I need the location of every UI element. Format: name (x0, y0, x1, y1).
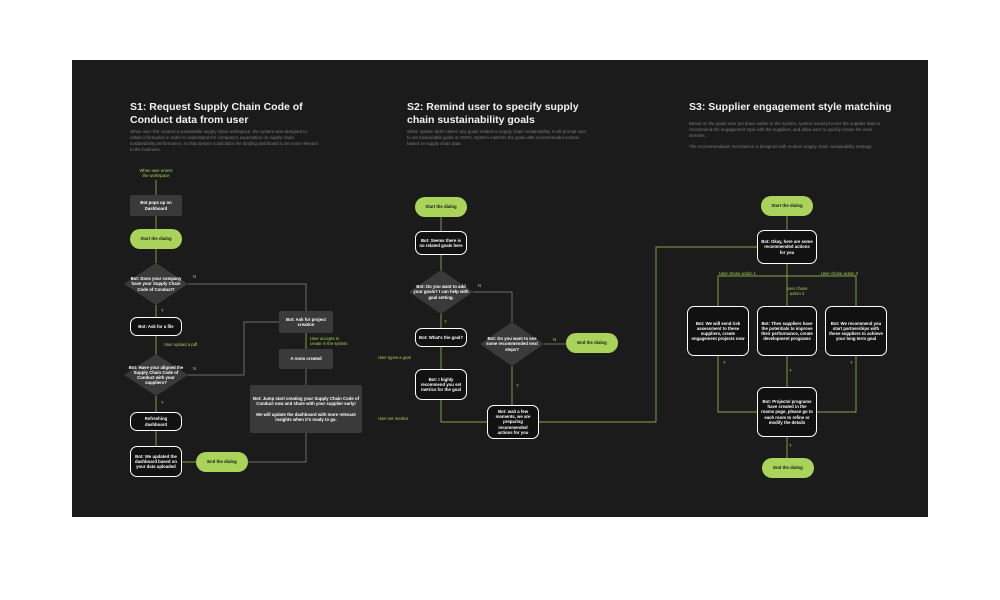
s1-end-dialog-node[interactable]: End the dialog (196, 452, 248, 472)
s1-room-created-node[interactable]: A room created (279, 349, 333, 369)
s1-edge-jumpstart-end (248, 433, 307, 463)
s3-action2-node[interactable]: Bot: Thes suppliers have the potentials … (757, 306, 817, 356)
s3-title: S3: Supplier engagement style matching (689, 101, 892, 113)
s1-bot-popup-node[interactable]: Bot pops up on Dashboard (130, 195, 182, 216)
s3-action3-node[interactable]: Bot: We recommend you start partnerships… (825, 306, 887, 356)
s2-label-y1: Y (444, 319, 447, 324)
s1-label-y1: Y (161, 308, 164, 313)
s2-label-y2: Y (516, 383, 519, 388)
s1-jumpstart-node[interactable]: Bot: Jump start creating your Supply Cha… (250, 385, 362, 433)
s1-updated-dashboard-node[interactable]: Bot: We updated the dashboard based on y… (130, 446, 182, 477)
s1-decision-code-of-conduct-text: Bot: Does your company have your Supply … (130, 276, 182, 292)
s1-edge-q2-no (188, 321, 279, 376)
s1-ask-file-node[interactable]: Bot: Ask for a file (130, 317, 182, 336)
s3-start-dialog-node[interactable]: Start the dialog (761, 196, 813, 216)
s1-decision-aligned[interactable]: Bot: Have your aligned the Supply Chain … (124, 354, 188, 396)
s1-label-n1: N (193, 274, 197, 279)
s2-label-n1: N (478, 283, 482, 288)
s3-label-chose3: User chose action 3 (821, 271, 859, 276)
s1-description: When user first created a sustainable su… (130, 129, 320, 158)
s2-label-n2: N (553, 337, 557, 342)
s2-label-types-goal: User types a goal (378, 355, 411, 360)
s2-description-text: When system didn't detect any goals rela… (407, 129, 587, 146)
s1-label-n2: N (193, 366, 197, 371)
s1-title: S1: Request Supply Chain Code of Conduct… (130, 101, 303, 126)
s3-description: Based on the goals user put down earlier… (689, 121, 881, 155)
s3-description-text-1: Based on the goals user put down earlier… (689, 121, 881, 138)
s2-wait-node[interactable]: Bot: wait a few moments, we are preparin… (487, 405, 539, 439)
s3-label-y3: Y (850, 360, 853, 365)
s1-label-upload-pdf: User upload a pdf (164, 342, 198, 347)
s2-end-dialog-node[interactable]: End the dialog (566, 333, 618, 353)
s2-description: When system didn't detect any goals rela… (407, 129, 587, 152)
s1-start-dialog-node[interactable]: Start the dialog (130, 229, 182, 249)
s1-description-text: When user first created a sustainable su… (130, 129, 318, 152)
s1-label-enter-workspace: When user enters the workspace (139, 168, 173, 178)
s1-refreshing-node[interactable]: Refreshing dashboard (130, 412, 182, 431)
s2-whats-goal-node[interactable]: Bot: What's the goal? (415, 328, 467, 347)
s1-decision-aligned-text: Bot: Have your aligned the Supply Chain … (128, 364, 184, 386)
s2-edge-q-no (473, 291, 513, 322)
s3-description-text-2: The recommendation mechanism is designed… (689, 144, 873, 149)
s1-edge-q1-no (188, 283, 307, 311)
s3-label-chose1: User chose action 1 (719, 271, 757, 276)
s2-decision-add-goals[interactable]: Bot: Do you want to add your goals? I ca… (409, 270, 473, 314)
s3-action1-node[interactable]: Bot: We will send risk assessment to the… (687, 306, 749, 356)
s3-label-y1: Y (723, 360, 726, 365)
s3-label-y2: Y (789, 368, 792, 373)
s3-label-y4: Y (789, 443, 792, 448)
s2-edge-metrics-wait (440, 400, 487, 423)
s2-label-set-metrics: User set metrics (378, 416, 409, 421)
s1-label-y2: Y (161, 400, 164, 405)
s3-end-dialog-node[interactable]: End the dialog (762, 458, 814, 478)
s1-label-accepts: User accepts to create in the system (310, 336, 348, 346)
s2-start-dialog-node[interactable]: Start the dialog (415, 197, 467, 217)
s2-no-goals-node[interactable]: Bot: Seems there is no related goals her… (415, 231, 467, 255)
s2-decision-add-goals-text: Bot: Do you want to add your goals? I ca… (413, 284, 469, 300)
s3-label-chose2: User chose action 2 (786, 286, 808, 296)
s1-ask-project-node[interactable]: Bot: Ask for project creation (279, 311, 333, 333)
s2-decision-see-actions-text: Bot: Do you want to see some recommended… (486, 336, 538, 352)
s2-decision-see-actions[interactable]: Bot: Do you want to see some recommended… (480, 322, 544, 366)
flowchart-canvas: S1: Request Supply Chain Code of Conduct… (72, 60, 928, 517)
s3-okay-node[interactable]: Bot: Okay, here are some recommended act… (757, 230, 817, 264)
s1-decision-code-of-conduct[interactable]: Bot: Does your company have your Supply … (124, 263, 188, 305)
s2-title: S2: Remind user to specify supply chain … (407, 101, 579, 126)
s3-projects-node[interactable]: Bot: Projects/ programs have created in … (757, 387, 817, 437)
s2-recommend-metrics-node[interactable]: Bot: I highly recommend you set metrics … (415, 369, 467, 400)
